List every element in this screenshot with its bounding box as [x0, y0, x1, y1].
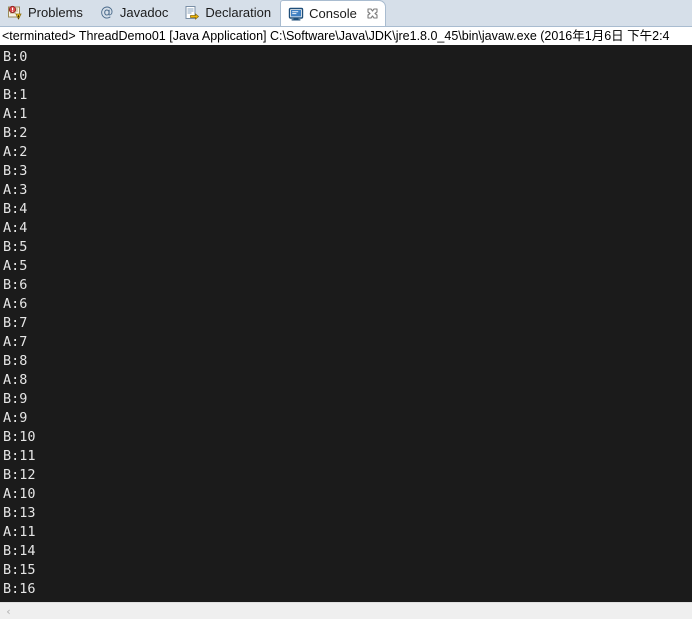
console-line: B:15 [3, 562, 36, 578]
console-line: B:11 [3, 448, 36, 464]
tab-console-label: Console [309, 6, 357, 21]
console-line: A:8 [3, 372, 28, 388]
console-line: B:14 [3, 543, 36, 559]
console-line: B:16 [3, 581, 36, 597]
problems-error-icon [7, 5, 23, 21]
console-monitor-icon [288, 6, 304, 22]
console-horizontal-scrollbar[interactable]: ‹ [0, 602, 692, 619]
scroll-left-arrow-icon[interactable]: ‹ [0, 603, 17, 619]
console-line: B:17 [3, 599, 692, 602]
tab-problems[interactable]: Problems [0, 0, 92, 26]
console-line: A:5 [3, 258, 28, 274]
console-line: A:1 [3, 106, 28, 122]
console-line: A:6 [3, 296, 28, 312]
console-line: B:0 [3, 49, 28, 65]
console-line: B:2 [3, 125, 28, 141]
console-line: B:5 [3, 239, 28, 255]
tab-javadoc-label: Javadoc [119, 5, 169, 20]
console-line: A:10 [3, 486, 36, 502]
tab-declaration-label: Declaration [205, 5, 272, 20]
close-x-icon[interactable] [366, 7, 379, 20]
tab-console[interactable]: Console [280, 0, 386, 26]
console-line: A:7 [3, 334, 28, 350]
tab-problems-label: Problems [28, 5, 83, 20]
console-line: B:10 [3, 429, 36, 445]
view-tab-bar: Problems @ Javadoc Declaration Console [0, 0, 692, 27]
javadoc-at-icon: @ [100, 5, 114, 20]
tab-javadoc[interactable]: @ Javadoc [92, 0, 177, 26]
tab-declaration[interactable]: Declaration [177, 0, 280, 26]
console-line: B:8 [3, 353, 28, 369]
console-line: B:13 [3, 505, 36, 521]
console-line: A:0 [3, 68, 28, 84]
console-line: B:1 [3, 87, 28, 103]
console-line: A:3 [3, 182, 28, 198]
console-line: A:9 [3, 410, 28, 426]
console-line: B:4 [3, 201, 28, 217]
console-line: A:11 [3, 524, 36, 540]
console-output-area[interactable]: B:0 A:0 B:1 A:1 B:2 A:2 B:3 A:3 B:4 A:4 B:5 A:5 B:6 A… [0, 45, 692, 602]
declaration-icon [184, 5, 200, 21]
console-line: B:12 [3, 467, 36, 483]
console-line: B:3 [3, 163, 28, 179]
launch-status-line: <terminated> ThreadDemo01 [Java Applicat… [0, 27, 692, 45]
console-line: A:2 [3, 144, 28, 160]
console-lines-container: B:0 A:0 B:1 A:1 B:2 A:2 B:3 A:3 B:4 A:4 B:5 A:5 B:6 A… [3, 48, 692, 602]
console-line: B:9 [3, 391, 28, 407]
console-line: A:4 [3, 220, 28, 236]
console-line: B:6 [3, 277, 28, 293]
scrollbar-track[interactable] [17, 603, 692, 619]
console-line: B:7 [3, 315, 28, 331]
